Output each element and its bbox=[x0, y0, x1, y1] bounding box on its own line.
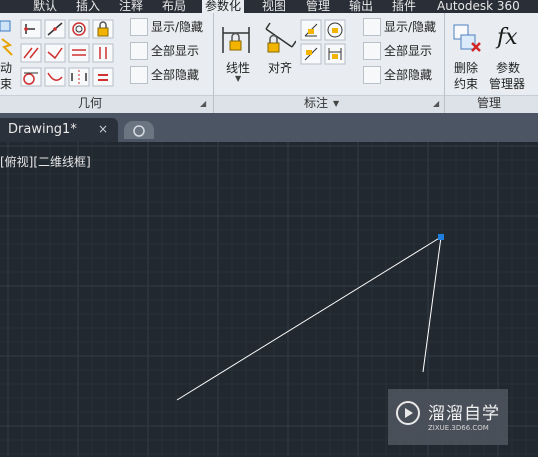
new-tab-icon bbox=[133, 125, 145, 137]
close-icon[interactable]: × bbox=[98, 122, 108, 136]
menu-bar: 默认 插入 注释 布局 参数化 视图 管理 输出 插件 Autodesk 360 bbox=[0, 0, 538, 13]
collinear-icon[interactable] bbox=[44, 19, 66, 39]
watermark-url: ZIXUE.3D66.COM bbox=[428, 424, 489, 432]
horizontal-icon[interactable] bbox=[68, 43, 90, 63]
tab-plugins[interactable]: 插件 bbox=[392, 0, 416, 13]
tab-view[interactable]: 视图 bbox=[262, 0, 286, 13]
watermark: 溜溜自学 ZIXUE.3D66.COM bbox=[388, 389, 508, 445]
drawn-line-long[interactable] bbox=[176, 236, 442, 401]
dim-show-all-icon[interactable] bbox=[363, 42, 381, 60]
geo-hide-all-button[interactable]: 全部隐藏 bbox=[151, 66, 199, 84]
dim-show-hide-icon[interactable] bbox=[363, 18, 381, 36]
delete-constraints-label-2[interactable]: 约束 bbox=[454, 75, 478, 92]
delete-constraints-label-1[interactable]: 删除 bbox=[454, 59, 478, 76]
aligned-button[interactable]: 对齐 bbox=[268, 59, 292, 76]
tab-default[interactable]: 默认 bbox=[33, 0, 57, 13]
aligned-dimension-icon[interactable] bbox=[262, 21, 296, 57]
tab-manage[interactable]: 管理 bbox=[306, 0, 330, 13]
geometric-group-label: 几何 bbox=[77, 96, 102, 110]
viewport-label[interactable]: [俯视][二维线框] bbox=[0, 153, 91, 170]
fix-icon[interactable] bbox=[92, 19, 114, 39]
grip-handle[interactable] bbox=[438, 234, 444, 240]
dimensional-expand-icon[interactable]: ◢ bbox=[433, 99, 439, 108]
radius-dim-icon[interactable] bbox=[324, 19, 346, 41]
geometric-constraints-grid[interactable] bbox=[20, 19, 116, 95]
dimensional-group-label: 标注 bbox=[303, 96, 328, 110]
params-manager-label-1[interactable]: 参数 bbox=[496, 59, 520, 76]
equal-icon[interactable] bbox=[92, 67, 114, 87]
geo-hide-all-icon[interactable] bbox=[130, 66, 148, 84]
ribbon-panel: 动 束 显示/隐藏 全部显示 全部隐藏 几何 ◢ 线性 ▼ 对齐 显示/隐藏 全… bbox=[0, 13, 538, 113]
auto-constrain-label-1: 动 bbox=[0, 61, 13, 75]
fx-icon[interactable]: fx bbox=[497, 25, 518, 50]
tangent-icon[interactable] bbox=[20, 67, 42, 87]
auto-constrain-label-2: 束 bbox=[0, 77, 13, 91]
tab-autodesk360[interactable]: Autodesk 360 bbox=[437, 0, 520, 13]
watermark-logo-icon bbox=[396, 401, 420, 425]
document-tab-label: Drawing1* bbox=[8, 122, 77, 137]
smooth-icon[interactable] bbox=[44, 67, 66, 87]
geometric-expand-icon[interactable]: ◢ bbox=[200, 99, 206, 108]
linear-dimension-icon[interactable] bbox=[220, 23, 252, 57]
concentric-icon[interactable] bbox=[68, 19, 90, 39]
tab-output[interactable]: 输出 bbox=[349, 0, 373, 13]
symmetric-icon[interactable] bbox=[68, 67, 90, 87]
parallel-icon[interactable] bbox=[20, 43, 42, 63]
dim-show-all-button[interactable]: 全部显示 bbox=[384, 42, 432, 60]
geo-show-all-icon[interactable] bbox=[130, 42, 148, 60]
geo-show-all-button[interactable]: 全部显示 bbox=[151, 42, 199, 60]
dimensional-dropdown-icon[interactable]: ▼ bbox=[333, 99, 339, 108]
convert-dim-icon[interactable] bbox=[324, 43, 346, 65]
geo-show-hide-button[interactable]: 显示/隐藏 bbox=[151, 18, 203, 36]
dimension-small-icons[interactable] bbox=[300, 19, 350, 89]
diameter-dim-icon[interactable] bbox=[300, 43, 322, 65]
perpendicular-icon[interactable] bbox=[44, 43, 66, 63]
auto-constrain-icon[interactable] bbox=[0, 19, 14, 59]
tab-parametric[interactable]: 参数化 bbox=[202, 0, 245, 13]
document-tab-strip: Drawing1* × bbox=[0, 113, 538, 142]
tab-layout[interactable]: 布局 bbox=[162, 0, 186, 13]
geo-show-hide-icon[interactable] bbox=[130, 18, 148, 36]
new-tab-button[interactable] bbox=[124, 121, 154, 139]
linear-dropdown-icon[interactable]: ▼ bbox=[235, 74, 241, 83]
dim-show-hide-button[interactable]: 显示/隐藏 bbox=[384, 18, 436, 36]
coincident-icon[interactable] bbox=[20, 19, 42, 39]
delete-constraints-icon[interactable] bbox=[452, 23, 484, 55]
document-tab[interactable]: Drawing1* × bbox=[0, 118, 118, 142]
vertical-icon[interactable] bbox=[92, 43, 114, 63]
tab-insert[interactable]: 插入 bbox=[76, 0, 100, 13]
params-manager-label-2[interactable]: 管理器 bbox=[489, 75, 525, 92]
dim-hide-all-icon[interactable] bbox=[363, 66, 381, 84]
manage-group-label: 管理 bbox=[476, 96, 501, 110]
angular-dim-icon[interactable] bbox=[300, 19, 322, 41]
watermark-title: 溜溜自学 bbox=[428, 404, 500, 424]
tab-annotate[interactable]: 注释 bbox=[119, 0, 143, 13]
drawn-line-short[interactable] bbox=[422, 236, 442, 373]
dim-hide-all-button[interactable]: 全部隐藏 bbox=[384, 66, 432, 84]
